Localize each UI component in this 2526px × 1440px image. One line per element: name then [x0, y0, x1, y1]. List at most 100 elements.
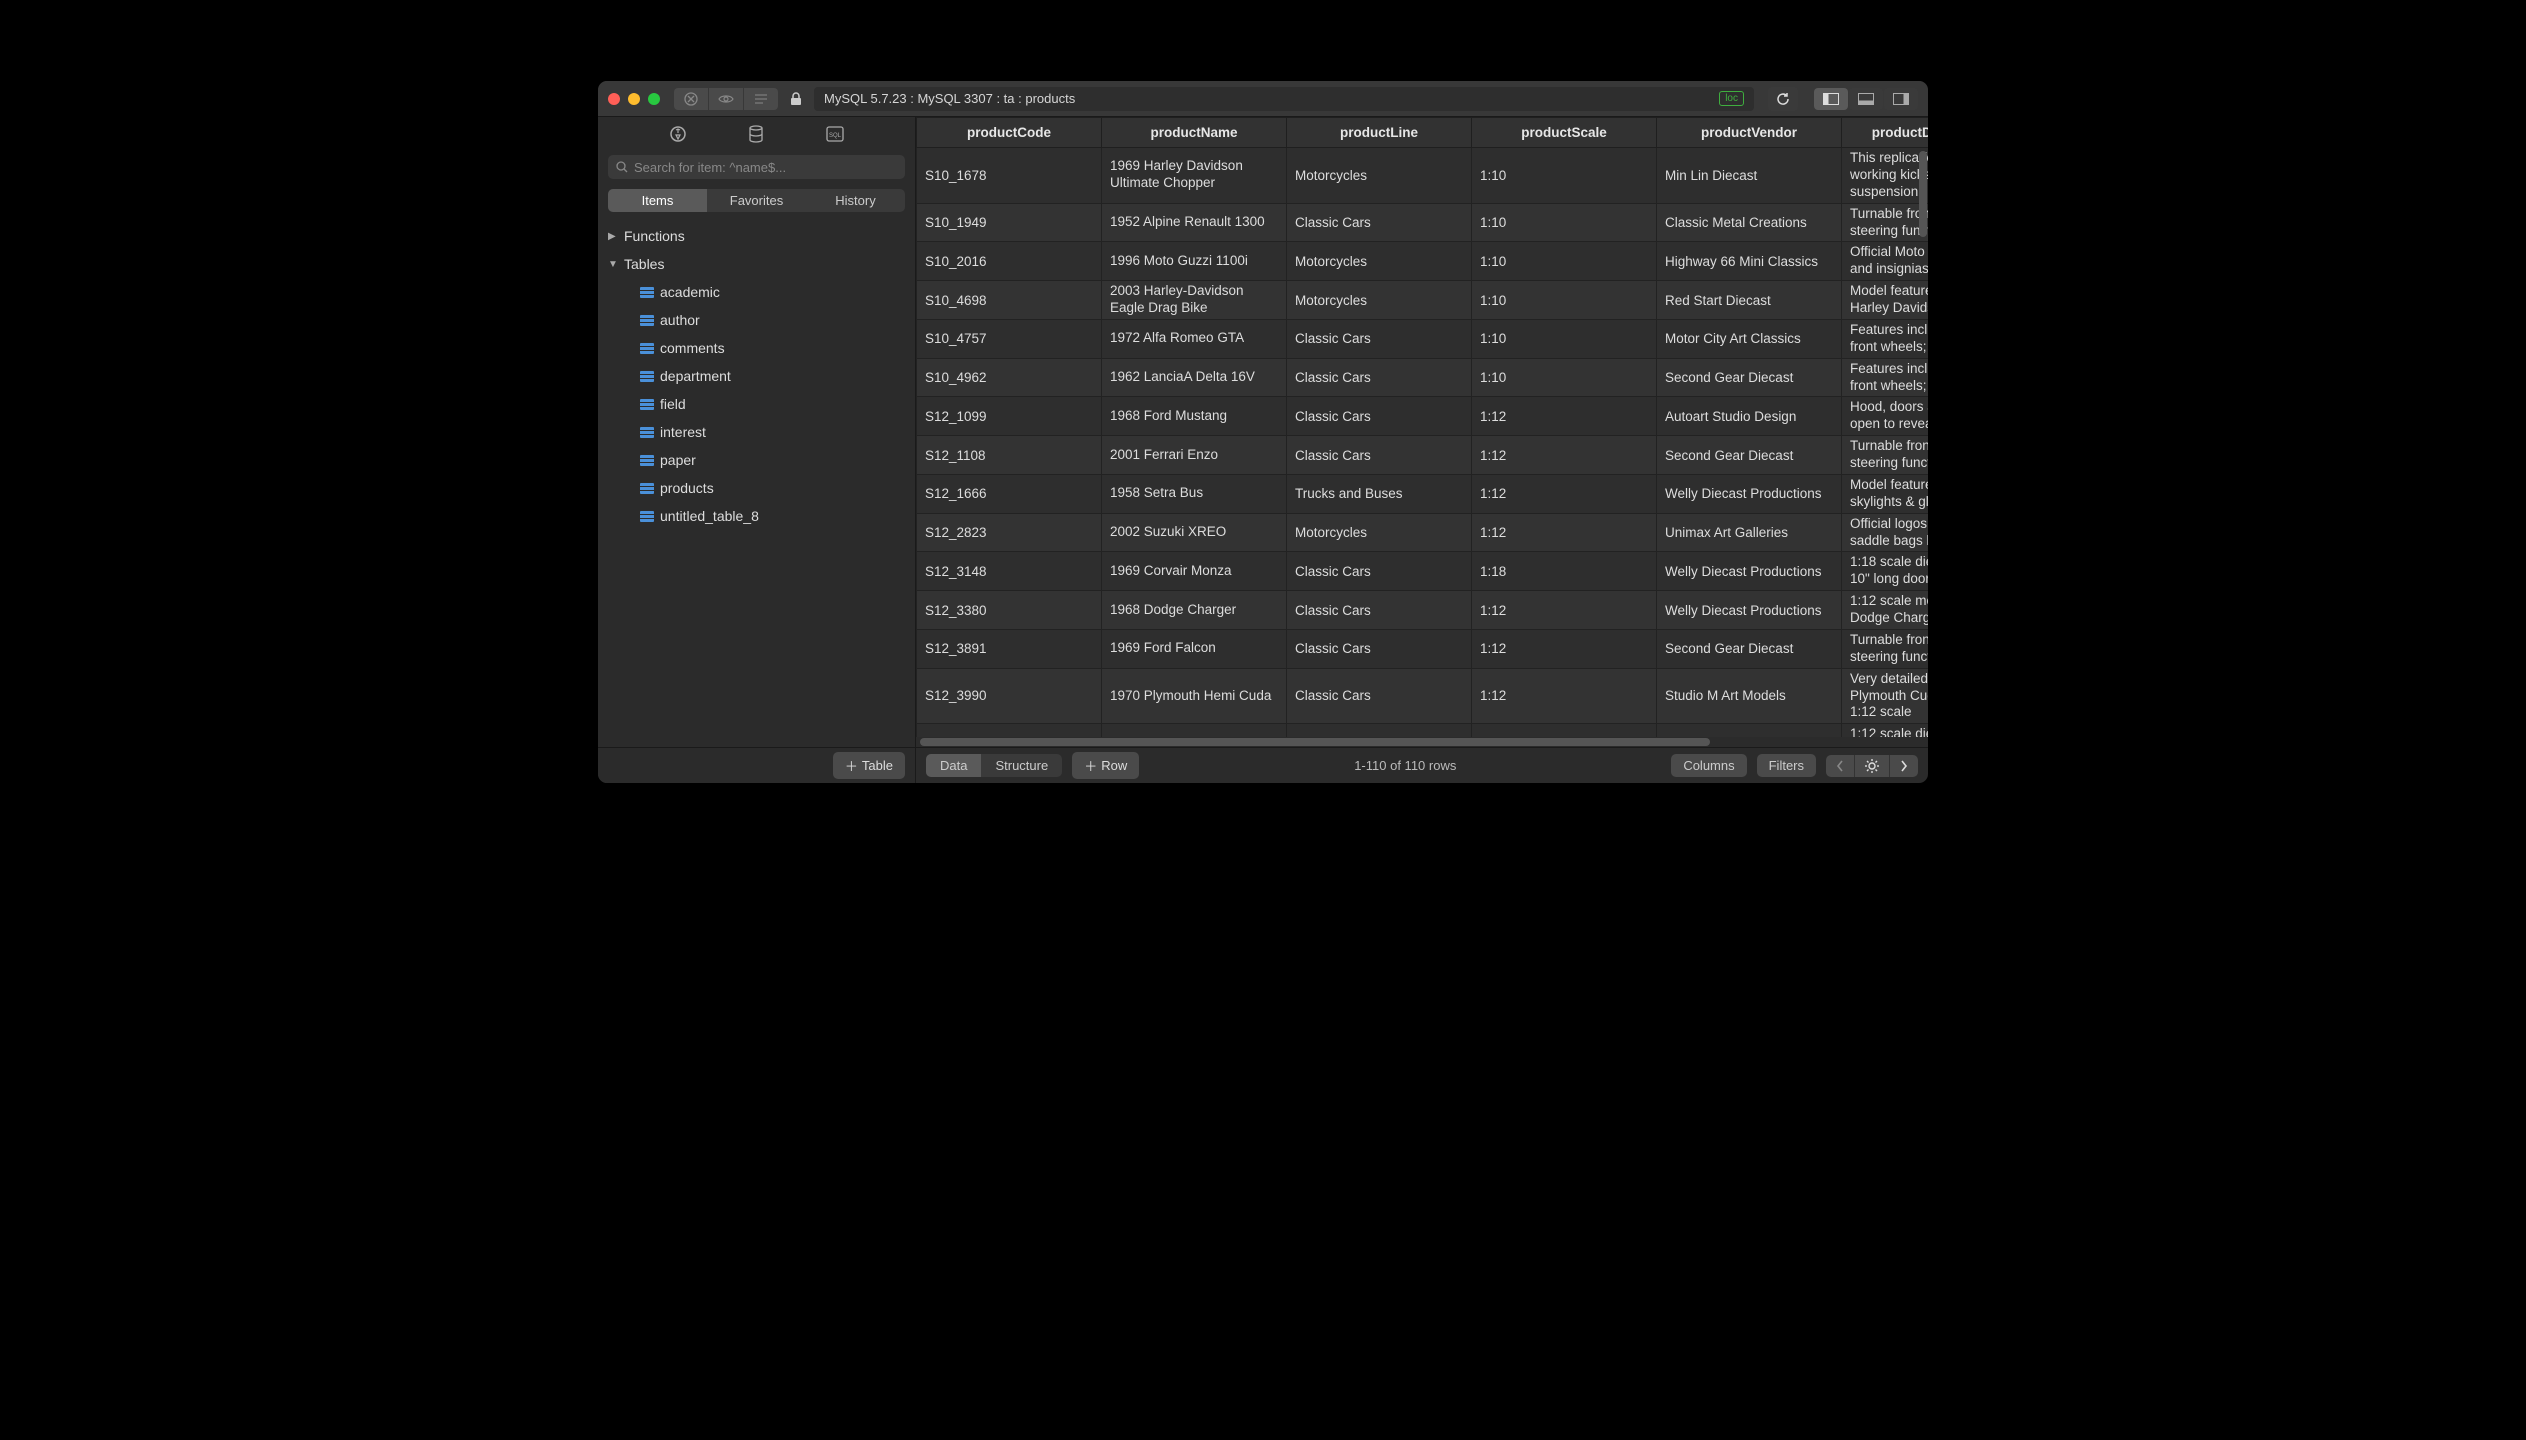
table-row[interactable]: S12_11082001 Ferrari EnzoClassic Cars1:1…	[917, 436, 1929, 475]
cell[interactable]: 1996 Moto Guzzi 1100i	[1102, 242, 1287, 281]
table-item-paper[interactable]: paper	[598, 446, 915, 474]
cell[interactable]: Classic Metal Creations	[1657, 203, 1842, 242]
tree-functions[interactable]: ▶ Functions	[598, 222, 915, 250]
page-settings-button[interactable]	[1854, 755, 1889, 777]
cell[interactable]: 2002 Suzuki XREO	[1102, 513, 1287, 552]
column-header-productScale[interactable]: productScale	[1472, 118, 1657, 148]
cell[interactable]: Motor City Art Classics	[1657, 319, 1842, 358]
cell[interactable]: S12_3148	[917, 552, 1102, 591]
cell[interactable]: 1:12	[1472, 436, 1657, 475]
cell[interactable]: 1:18 scale die-cast about 10" long doors…	[1842, 552, 1929, 591]
table-row[interactable]: S12_39901970 Plymouth Hemi CudaClassic C…	[917, 668, 1929, 724]
cell[interactable]: 1:10	[1472, 281, 1657, 320]
cell[interactable]: 1:10	[1472, 319, 1657, 358]
add-table-button[interactable]: ＋ Table	[833, 752, 905, 779]
view-data-tab[interactable]: Data	[926, 754, 981, 777]
table-row[interactable]: S10_16781969 Harley Davidson Ultimate Ch…	[917, 148, 1929, 204]
table-item-author[interactable]: author	[598, 306, 915, 334]
cell[interactable]: 1:10	[1472, 148, 1657, 204]
cell[interactable]: 1969 Harley Davidson Ultimate Chopper	[1102, 148, 1287, 204]
cell[interactable]: S10_1678	[917, 148, 1102, 204]
cell[interactable]: S12_1666	[917, 474, 1102, 513]
cell[interactable]: Official logos and insignias, saddle bag…	[1842, 513, 1929, 552]
cell[interactable]: 1969 Corvair Monza	[1102, 552, 1287, 591]
cell[interactable]: S12_4473	[917, 724, 1102, 737]
cell[interactable]: 1962 LanciaA Delta 16V	[1102, 358, 1287, 397]
cell[interactable]: Turnable front wheels; steering function…	[1842, 203, 1929, 242]
cell[interactable]: Motorcycles	[1287, 513, 1472, 552]
add-row-button[interactable]: ＋ Row	[1072, 752, 1139, 779]
zoom-window-button[interactable]	[648, 93, 660, 105]
table-item-untitled_table_8[interactable]: untitled_table_8	[598, 502, 915, 530]
layout-bottom-button[interactable]	[1849, 88, 1883, 110]
cell[interactable]: 1:12	[1472, 474, 1657, 513]
cell[interactable]: Classic Cars	[1287, 591, 1472, 630]
cell[interactable]: Classic Cars	[1287, 358, 1472, 397]
cell[interactable]: 1968 Ford Mustang	[1102, 397, 1287, 436]
cell[interactable]: S12_1108	[917, 436, 1102, 475]
cell[interactable]: Second Gear Diecast	[1657, 436, 1842, 475]
cell[interactable]: S10_2016	[917, 242, 1102, 281]
cell[interactable]: 1969 Ford Falcon	[1102, 629, 1287, 668]
table-row[interactable]: S10_20161996 Moto Guzzi 1100iMotorcycles…	[917, 242, 1929, 281]
close-window-button[interactable]	[608, 93, 620, 105]
cell[interactable]: Classic Cars	[1287, 629, 1472, 668]
cell[interactable]: Very detailed 1970 Plymouth Cuda model i…	[1842, 668, 1929, 724]
cell[interactable]: 1:12	[1472, 591, 1657, 630]
tab-favorites[interactable]: Favorites	[707, 189, 806, 212]
cell[interactable]: 1:12 scale die-cast about 20" long Hood …	[1842, 724, 1929, 737]
connection-bar[interactable]: MySQL 5.7.23 : MySQL 3307 : ta : product…	[814, 87, 1754, 111]
table-row[interactable]: S12_31481969 Corvair MonzaClassic Cars1:…	[917, 552, 1929, 591]
layout-right-button[interactable]	[1884, 88, 1918, 110]
table-row[interactable]: S10_49621962 LanciaA Delta 16VClassic Ca…	[917, 358, 1929, 397]
cell[interactable]: 1:10	[1472, 242, 1657, 281]
cell[interactable]: 1:12	[1472, 397, 1657, 436]
cell[interactable]: 1952 Alpine Renault 1300	[1102, 203, 1287, 242]
cell[interactable]: Classic Cars	[1287, 668, 1472, 724]
table-item-academic[interactable]: academic	[598, 278, 915, 306]
cell[interactable]: 1968 Dodge Charger	[1102, 591, 1287, 630]
cell[interactable]: S10_4698	[917, 281, 1102, 320]
table-row[interactable]: S10_46982003 Harley-Davidson Eagle Drag …	[917, 281, 1929, 320]
column-header-productName[interactable]: productName	[1102, 118, 1287, 148]
cell[interactable]: Studio M Art Models	[1657, 668, 1842, 724]
horizontal-scrollbar-track[interactable]	[916, 737, 1928, 747]
table-row[interactable]: S12_38911969 Ford FalconClassic Cars1:12…	[917, 629, 1929, 668]
table-item-department[interactable]: department	[598, 362, 915, 390]
cell[interactable]: Autoart Studio Design	[1657, 397, 1842, 436]
cell[interactable]: 1958 Setra Bus	[1102, 474, 1287, 513]
table-row[interactable]: S12_44731957 Chevy PickupTrucks and Buse…	[917, 724, 1929, 737]
cell[interactable]: Motorcycles	[1287, 281, 1472, 320]
plug-icon[interactable]	[669, 125, 687, 143]
cell[interactable]: 1:12	[1472, 724, 1657, 737]
cell[interactable]: Motorcycles	[1287, 148, 1472, 204]
cell[interactable]: Unimax Art Galleries	[1657, 513, 1842, 552]
cell[interactable]: S10_4962	[917, 358, 1102, 397]
cell[interactable]: Motorcycles	[1287, 242, 1472, 281]
table-row[interactable]: S12_33801968 Dodge ChargerClassic Cars1:…	[917, 591, 1929, 630]
cell[interactable]: Welly Diecast Productions	[1657, 552, 1842, 591]
cell[interactable]: S10_1949	[917, 203, 1102, 242]
table-item-products[interactable]: products	[598, 474, 915, 502]
cell[interactable]: 1:12	[1472, 668, 1657, 724]
columns-button[interactable]: Columns	[1671, 754, 1746, 777]
layout-sidebar-button[interactable]	[1814, 88, 1848, 110]
table-row[interactable]: S12_16661958 Setra BusTrucks and Buses1:…	[917, 474, 1929, 513]
tab-items[interactable]: Items	[608, 189, 707, 212]
cell[interactable]: 1:10	[1472, 203, 1657, 242]
cell[interactable]: Welly Diecast Productions	[1657, 591, 1842, 630]
cell[interactable]: Second Gear Diecast	[1657, 629, 1842, 668]
cell[interactable]: Min Lin Diecast	[1657, 148, 1842, 204]
cell[interactable]: Official Moto Guzzi logos and insignias,…	[1842, 242, 1929, 281]
cell[interactable]: S12_3990	[917, 668, 1102, 724]
table-item-interest[interactable]: interest	[598, 418, 915, 446]
table-row[interactable]: S12_28232002 Suzuki XREOMotorcycles1:12U…	[917, 513, 1929, 552]
table-row[interactable]: S10_47571972 Alfa Romeo GTAClassic Cars1…	[917, 319, 1929, 358]
filters-button[interactable]: Filters	[1757, 754, 1816, 777]
cell[interactable]: Turnable front wheels; steering function…	[1842, 436, 1929, 475]
table-row[interactable]: S12_10991968 Ford MustangClassic Cars1:1…	[917, 397, 1929, 436]
cell[interactable]: 1:10	[1472, 358, 1657, 397]
sidebar-search[interactable]: Search for item: ^name$...	[608, 155, 905, 179]
database-icon[interactable]	[748, 125, 764, 143]
tree-tables[interactable]: ▼ Tables	[598, 250, 915, 278]
